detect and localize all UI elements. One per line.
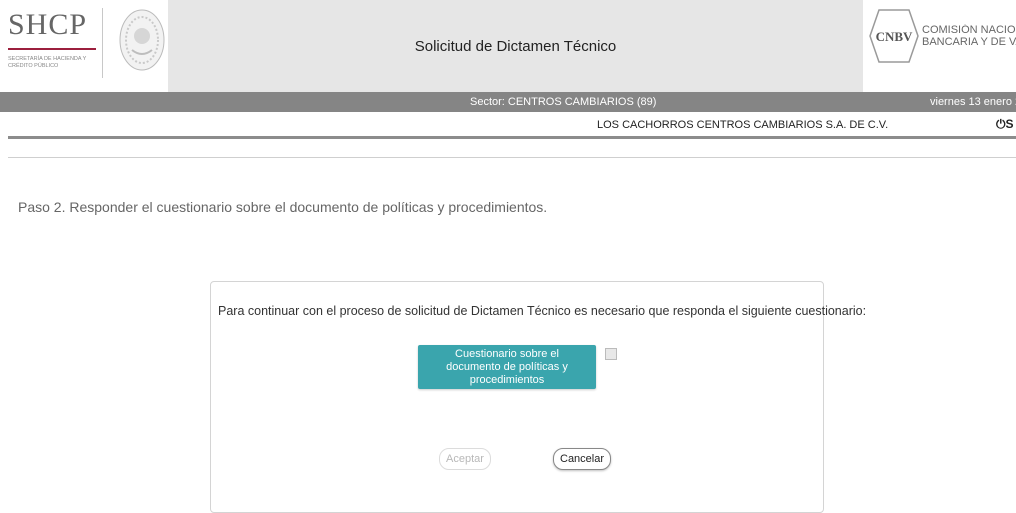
questionnaire-status-checkbox[interactable]	[605, 348, 617, 360]
page-title: Solicitud de Dictamen Técnico	[414, 37, 617, 55]
national-seal-icon	[119, 9, 165, 71]
sector-bar: Sector: CENTROS CAMBIARIOS (89) viernes …	[0, 92, 1016, 112]
header-divider	[8, 136, 1016, 139]
shcp-acronym: SHCP	[8, 8, 88, 41]
logo-divider	[102, 8, 103, 78]
shcp-underline	[8, 48, 96, 50]
cnbv-logo-icon: CNBV	[869, 9, 919, 63]
questionnaire-button-label: Cuestionario sobre el documento de polít…	[446, 347, 568, 386]
cnbv-name-line1: COMISIÓN NACIONAL	[922, 24, 1016, 36]
power-icon: ⏻	[996, 117, 1006, 131]
company-name: LOS CACHORROS CENTROS CAMBIARIOS S.A. DE…	[597, 119, 889, 131]
questionnaire-panel: Para continuar con el proceso de solicit…	[210, 281, 866, 513]
date-label: viernes 13 enero 2	[930, 96, 1016, 108]
shcp-subtitle: Secretaría de Hacienda y Crédito Público	[8, 56, 87, 69]
shcp-logo: SHCP Secretaría de Hacienda y Crédito Pú…	[6, 8, 98, 84]
cnbv-name-line2: BANCARIA Y DE VALORES	[922, 36, 1016, 48]
cnbv-acronym: CNBV	[876, 29, 913, 44]
questionnaire-button[interactable]: Cuestionario sobre el documento de polít…	[418, 345, 596, 389]
accept-button[interactable]: Aceptar	[439, 448, 491, 470]
content-divider	[8, 157, 1016, 158]
logout-link[interactable]: ⏻S	[996, 117, 1016, 132]
logout-label: S	[1005, 117, 1014, 131]
company-row: LOS CACHORROS CENTROS CAMBIARIOS S.A. DE…	[0, 112, 1016, 136]
panel-instruction: Para continuar con el proceso de solicit…	[218, 304, 867, 318]
app-header: SHCP Secretaría de Hacienda y Crédito Pú…	[0, 0, 1016, 92]
step-heading: Paso 2. Responder el cuestionario sobre …	[18, 199, 548, 215]
header-title-area: Solicitud de Dictamen Técnico	[168, 0, 863, 92]
cancel-button[interactable]: Cancelar	[553, 448, 611, 470]
cnbv-name: COMISIÓN NACIONAL BANCARIA Y DE VALORES	[922, 24, 1016, 48]
sector-label: Sector: CENTROS CAMBIARIOS (89)	[470, 96, 657, 108]
